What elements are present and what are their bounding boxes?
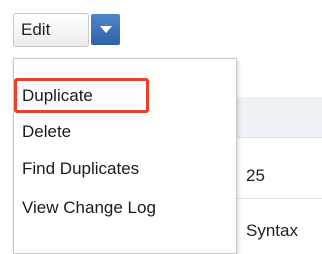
chevron-down-icon <box>99 25 112 34</box>
edit-button-label: Edit <box>21 20 51 39</box>
edit-button[interactable]: Edit <box>13 13 89 47</box>
menu-item-delete[interactable]: Delete <box>22 122 71 142</box>
menu-item-view-change-log[interactable]: View Change Log <box>22 198 156 218</box>
menu-item-duplicate[interactable]: Duplicate <box>22 86 93 106</box>
table-cell: 25 <box>246 166 265 185</box>
edit-dropdown-menu: Duplicate Delete Find Duplicates View Ch… <box>13 58 237 254</box>
edit-dropdown-toggle[interactable] <box>91 14 120 45</box>
table-cell: Syntax <box>246 221 298 240</box>
menu-item-find-duplicates[interactable]: Find Duplicates <box>22 159 139 179</box>
